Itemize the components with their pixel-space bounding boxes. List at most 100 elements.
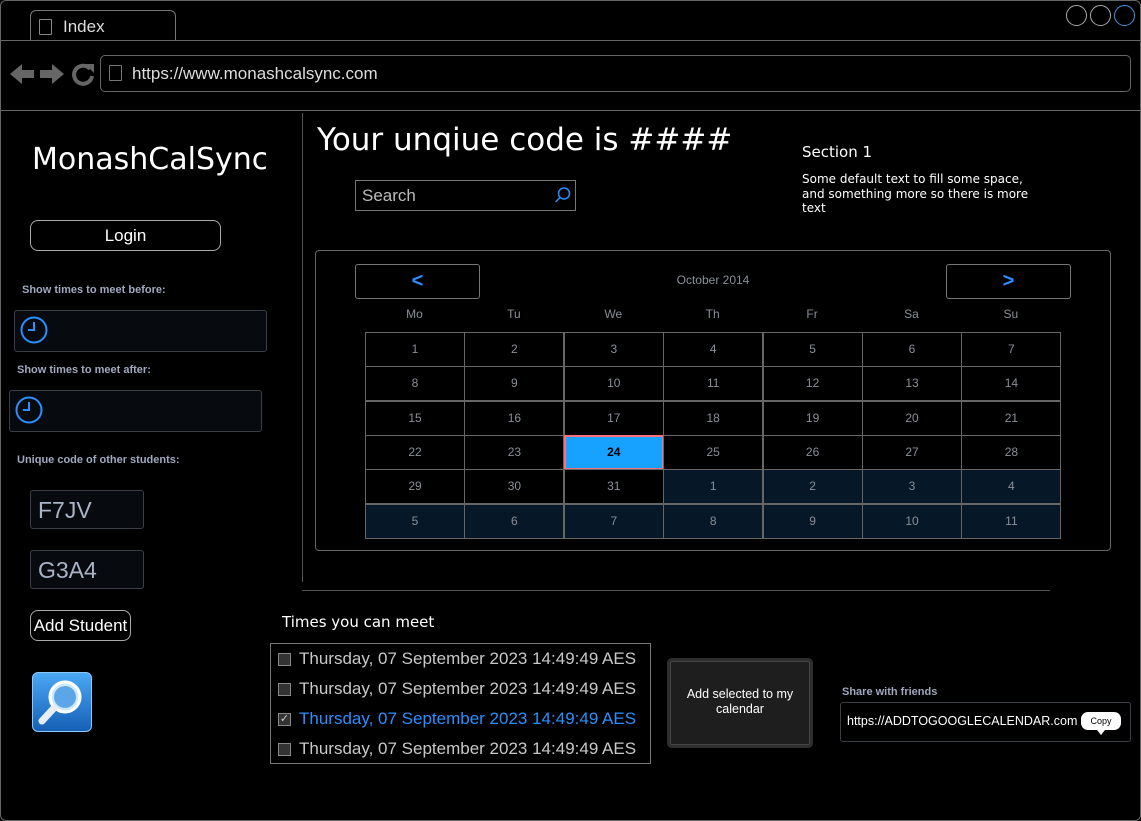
calendar-day[interactable]: 25 [663,434,764,470]
calendar-day[interactable]: 22 [365,434,465,470]
calendar-day[interactable]: 10 [862,503,962,539]
calendar-day[interactable]: 28 [961,434,1062,470]
time-option-label: Thursday, 07 September 2023 14:49:49 AES [299,709,637,728]
calendar-day[interactable]: 19 [762,400,863,436]
calendar-day[interactable]: 13 [862,366,962,402]
calendar-grid: 1 2 3 4 5 6 7 8 9 10 11 12 13 14 15 16 17 18 19 20 21 22 23 24 2… [365,332,1062,539]
tab-divider [0,40,1141,41]
after-label: Show times to meet after: [17,364,151,376]
calendar-day[interactable]: 2 [464,332,565,367]
calendar-day[interactable]: 30 [464,469,565,505]
calendar-day[interactable]: 5 [762,332,863,367]
times-list: Thursday, 07 September 2023 14:49:49 AES… [270,643,651,764]
calendar-day[interactable]: 3 [862,469,962,505]
calendar-day[interactable]: 1 [663,469,764,505]
checkbox[interactable] [278,653,291,666]
magnifier-icon[interactable] [32,672,92,732]
weekday-label: Mo [406,307,423,321]
window-button-3[interactable] [1114,5,1135,26]
add-to-calendar-button[interactable]: Add selected to my calendar [670,661,810,745]
calendar-day[interactable]: 16 [464,400,565,436]
checkbox[interactable] [278,683,291,696]
calendar-day[interactable]: 26 [762,434,863,470]
calendar-day[interactable]: 6 [464,503,565,539]
weekday-label: Fr [806,307,818,321]
login-button[interactable]: Login [30,220,221,251]
calendar-day[interactable]: 7 [961,332,1062,367]
search-input[interactable] [360,184,550,207]
section-title: Section 1 [802,143,873,161]
weekday-label: Th [705,307,720,321]
calendar-day[interactable]: 17 [563,400,664,436]
calendar-day[interactable]: 7 [563,503,664,539]
window-button-2[interactable] [1090,5,1111,26]
calendar-day[interactable]: 2 [762,469,863,505]
checkbox[interactable] [278,743,291,756]
next-month-button[interactable]: > [946,264,1071,299]
weekday-label: Su [1003,307,1019,321]
vertical-divider [302,113,303,582]
share-label: Share with friends [842,686,938,698]
calendar-day[interactable]: 21 [961,400,1062,436]
unique-code-title: Your unqiue code is #### [317,122,733,158]
section-text: Some default text to fill some space, an… [802,172,1029,215]
weekday-label: Sa [904,307,919,321]
calendar-day[interactable]: 3 [563,332,664,367]
address-bar[interactable]: https://www.monashcalsync.com [100,55,1131,92]
chrome-divider [0,110,1141,111]
student-code-field[interactable]: F7JV [30,490,144,529]
calendar-day[interactable]: 11 [961,503,1062,539]
time-option-label: Thursday, 07 September 2023 14:49:49 AES [299,679,637,698]
time-option-label: Thursday, 07 September 2023 14:49:49 AES [299,649,637,668]
page-icon [109,65,122,81]
tab-title: Index [63,17,105,36]
calendar-day[interactable]: 9 [464,366,565,402]
calendar-day[interactable]: 4 [961,469,1062,505]
calendar-day[interactable]: 1 [365,332,465,367]
time-option-label: Thursday, 07 September 2023 14:49:49 AES [299,739,637,758]
calendar-day[interactable]: 23 [464,434,565,470]
calendar-day[interactable]: 8 [663,503,764,539]
times-title: Times you can meet [282,613,435,631]
calendar-day[interactable]: 20 [862,400,962,436]
after-time-picker[interactable] [9,390,262,432]
checkbox[interactable]: ✓ [278,713,291,726]
calendar-day[interactable]: 18 [663,400,764,436]
calendar-day[interactable]: 29 [365,469,465,505]
calendar-day[interactable]: 14 [961,366,1062,402]
calendar-day[interactable]: 12 [762,366,863,402]
forward-arrow-icon[interactable] [40,62,66,86]
calendar-day[interactable]: 8 [365,366,465,402]
browser-tab[interactable]: Index [30,10,176,41]
share-url: https://ADDTOGOOGLECALENDAR.com [847,714,1078,728]
codes-label: Unique code of other students: [17,454,180,466]
window-button-1[interactable] [1066,5,1087,26]
calendar-day[interactable]: 4 [663,332,764,367]
before-time-picker[interactable] [14,310,267,352]
calendar-day[interactable]: 5 [365,503,465,539]
calendar-day[interactable]: 27 [862,434,962,470]
add-to-calendar-label: Add selected to my calendar [686,687,794,716]
page-icon [39,19,52,35]
before-label: Show times to meet before: [22,284,166,296]
student-code-field[interactable]: G3A4 [30,550,144,589]
copy-button[interactable]: Copy [1081,712,1121,735]
calendar-day[interactable]: 15 [365,400,465,436]
app-name: MonashCalSync [32,142,266,177]
calendar-day[interactable]: 24 [563,434,664,470]
calendar-day[interactable]: 6 [862,332,962,367]
search-field[interactable] [355,180,576,211]
horizontal-divider [302,590,1050,591]
reload-icon[interactable] [71,62,95,86]
calendar-day[interactable]: 9 [762,503,863,539]
weekday-label: Tu [507,307,521,321]
share-url-field[interactable]: https://ADDTOGOOGLECALENDAR.com Copy [840,702,1131,742]
calendar-day[interactable]: 31 [563,469,664,505]
add-student-button[interactable]: Add Student [30,610,131,641]
calendar-day[interactable]: 10 [563,366,664,402]
calendar-day[interactable]: 11 [663,366,764,402]
clock-icon [15,396,43,424]
search-icon[interactable] [554,186,572,204]
back-arrow-icon[interactable] [10,62,36,86]
calendar: < October 2014 > Mo Tu We Th Fr Sa Su 12345678… [315,250,1111,551]
